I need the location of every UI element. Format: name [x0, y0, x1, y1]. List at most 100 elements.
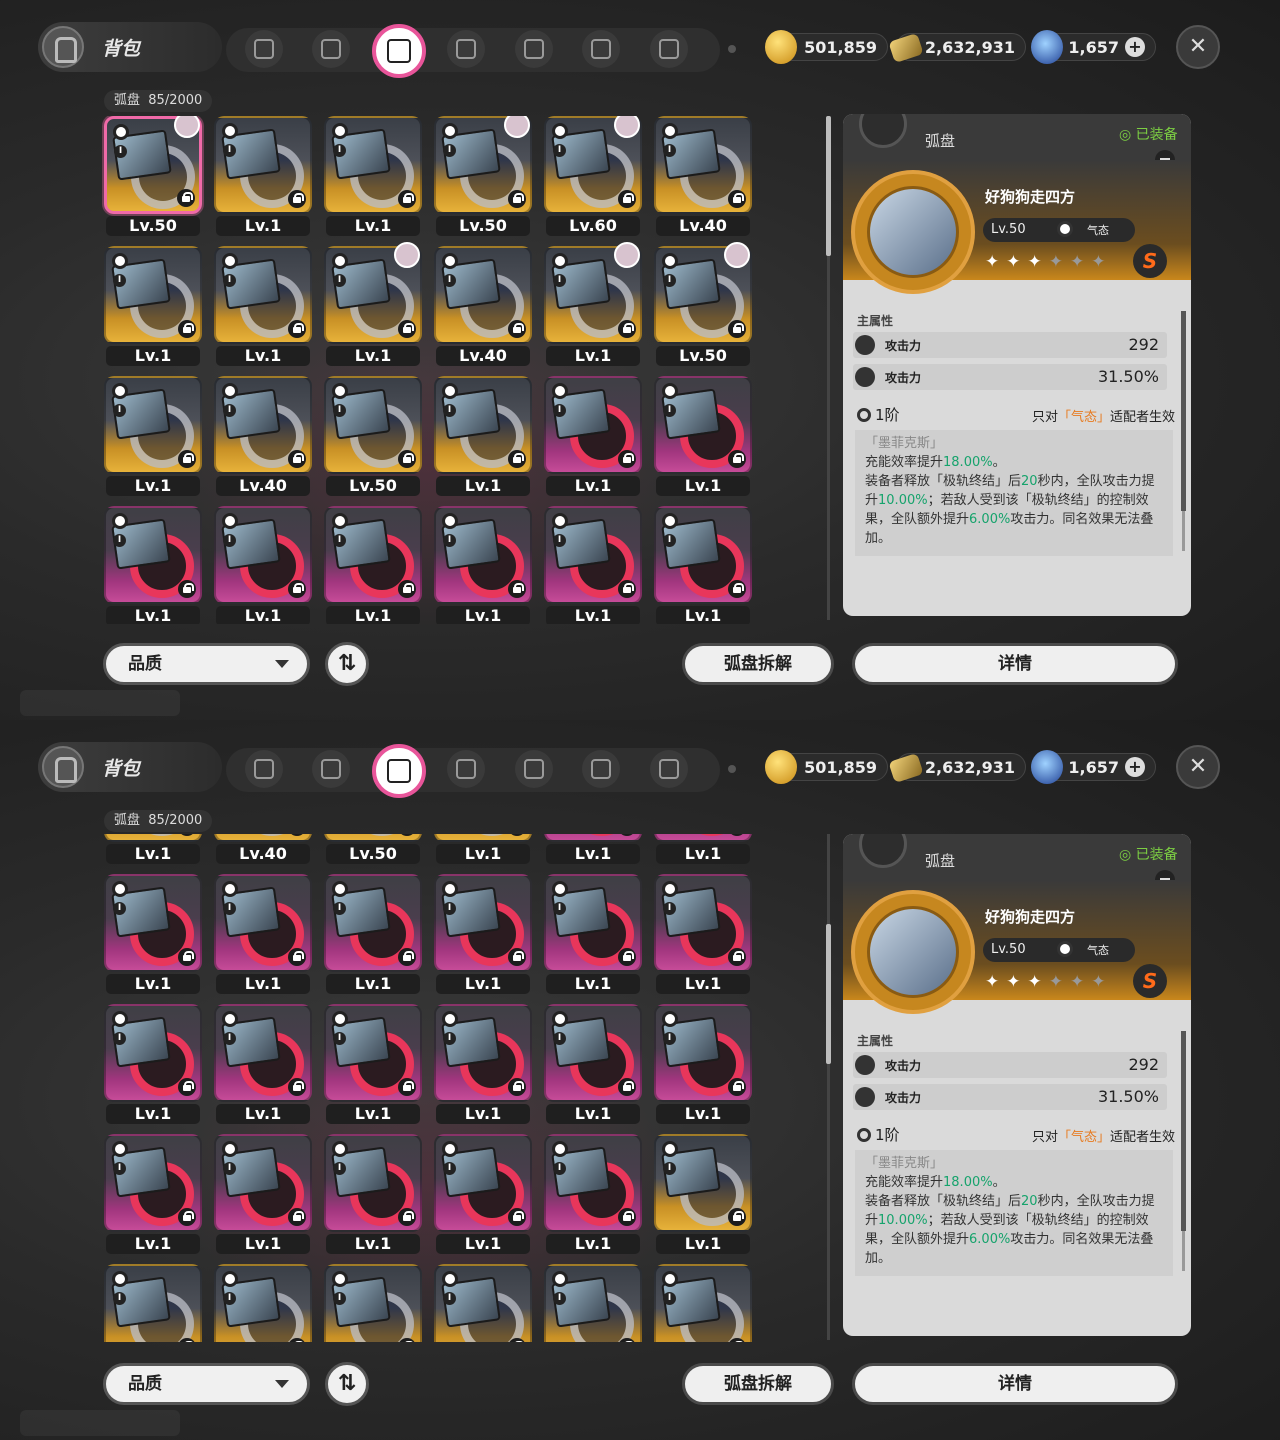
lock-icon[interactable] — [398, 190, 416, 208]
disc-card[interactable]: I Lv.1 — [544, 834, 642, 864]
disc-card[interactable]: I Lv.1 — [544, 874, 642, 994]
close-button[interactable]: ✕ — [1176, 745, 1220, 789]
disc-card[interactable]: I Lv.1 — [104, 1134, 202, 1254]
disc-card[interactable]: I Lv.1 — [434, 874, 532, 994]
disc-card[interactable]: I Lv.1 — [104, 1004, 202, 1124]
disc-card[interactable]: I Lv.1 — [654, 506, 752, 624]
disc-card[interactable]: I Lv.1 — [434, 376, 532, 496]
lock-icon[interactable] — [618, 580, 636, 598]
tab-agents[interactable] — [245, 750, 283, 788]
lock-icon[interactable] — [618, 948, 636, 966]
disc-card[interactable]: I Lv.1 — [544, 1134, 642, 1254]
lock-icon[interactable] — [178, 834, 196, 836]
lock-icon[interactable] — [618, 190, 636, 208]
quality-filter-dropdown[interactable]: 品质 — [103, 643, 310, 685]
lock-icon[interactable] — [398, 834, 416, 836]
lock-icon[interactable] — [177, 189, 195, 207]
sort-button[interactable]: ⇅ — [325, 1362, 369, 1406]
disc-card[interactable]: I Lv.50 — [104, 116, 202, 236]
lock-icon[interactable] — [178, 580, 196, 598]
tab-devices[interactable] — [312, 750, 350, 788]
lock-icon[interactable] — [508, 450, 526, 468]
lock-icon[interactable] — [618, 1208, 636, 1226]
disc-card[interactable]: I — [654, 1264, 752, 1342]
disc-card[interactable]: I Lv.1 — [434, 834, 532, 864]
disc-card[interactable]: I Lv.1 — [544, 506, 642, 624]
tab-food[interactable] — [515, 750, 553, 788]
disc-card[interactable]: I Lv.40 — [214, 834, 312, 864]
lock-icon[interactable] — [728, 450, 746, 468]
lock-icon[interactable] — [618, 450, 636, 468]
disc-card[interactable]: I Lv.1 — [324, 1004, 422, 1124]
tab-materials[interactable] — [447, 30, 485, 68]
tab-home[interactable] — [650, 750, 688, 788]
lock-icon[interactable] — [508, 834, 526, 836]
disc-card[interactable]: I Lv.1 — [104, 874, 202, 994]
disc-card[interactable]: I Lv.1 — [324, 242, 422, 366]
disc-card[interactable]: I Lv.1 — [214, 874, 312, 994]
disc-card[interactable]: I Lv.60 — [544, 116, 642, 236]
lock-icon[interactable] — [398, 580, 416, 598]
lock-icon[interactable] — [288, 834, 306, 836]
lock-icon[interactable] — [178, 1078, 196, 1096]
lock-icon[interactable] — [728, 834, 746, 836]
lock-icon[interactable] — [288, 1078, 306, 1096]
disc-card[interactable]: I — [544, 1264, 642, 1342]
lock-icon[interactable] — [398, 450, 416, 468]
dismantle-button[interactable]: 弧盘拆解 — [682, 1363, 834, 1405]
lock-icon[interactable] — [508, 1078, 526, 1096]
lock-icon[interactable] — [508, 190, 526, 208]
disc-card[interactable]: I Lv.1 — [654, 1134, 752, 1254]
lock-icon[interactable] — [618, 1078, 636, 1096]
tab-materials[interactable] — [447, 750, 485, 788]
lock-icon[interactable] — [728, 580, 746, 598]
tab-agents[interactable] — [245, 30, 283, 68]
tab-devices[interactable] — [312, 30, 350, 68]
disc-card[interactable]: I Lv.1 — [324, 874, 422, 994]
quality-filter-dropdown[interactable]: 品质 — [103, 1363, 310, 1405]
details-button[interactable]: 详情 — [852, 643, 1178, 685]
disc-card[interactable]: I Lv.1 — [434, 506, 532, 624]
disc-card[interactable]: I Lv.1 — [544, 242, 642, 366]
lock-icon[interactable] — [508, 580, 526, 598]
tab-home[interactable] — [650, 30, 688, 68]
disc-card[interactable]: I Lv.1 — [654, 874, 752, 994]
lock-icon[interactable] — [618, 834, 636, 836]
lock-icon[interactable] — [398, 320, 416, 338]
disc-card[interactable]: I Lv.50 — [434, 116, 532, 236]
disc-card[interactable]: I Lv.1 — [654, 1004, 752, 1124]
disc-card[interactable]: I — [434, 1264, 532, 1342]
lock-icon[interactable] — [288, 190, 306, 208]
lock-icon[interactable] — [618, 320, 636, 338]
add-gems-button[interactable]: + — [1125, 37, 1145, 57]
disc-card[interactable]: I Lv.1 — [214, 1004, 312, 1124]
tab-discs[interactable] — [372, 744, 426, 798]
disc-card[interactable]: I Lv.1 — [104, 506, 202, 624]
disc-card[interactable]: I Lv.1 — [544, 376, 642, 496]
tab-discs[interactable] — [372, 24, 426, 78]
tab-bangboo[interactable] — [582, 750, 620, 788]
lock-icon[interactable] — [288, 320, 306, 338]
lock-icon[interactable] — [178, 320, 196, 338]
disc-card[interactable]: I Lv.1 — [324, 506, 422, 624]
disc-card[interactable]: I Lv.1 — [214, 506, 312, 624]
disc-card[interactable]: I Lv.1 — [324, 1134, 422, 1254]
lock-icon[interactable] — [178, 450, 196, 468]
tab-bangboo[interactable] — [582, 30, 620, 68]
disc-card[interactable]: I Lv.1 — [654, 376, 752, 496]
disc-card[interactable]: I Lv.40 — [434, 246, 532, 366]
disc-card[interactable]: I — [214, 1264, 312, 1342]
lock-icon[interactable] — [728, 1078, 746, 1096]
details-button[interactable]: 详情 — [852, 1363, 1178, 1405]
disc-card[interactable]: I Lv.1 — [324, 116, 422, 236]
disc-card[interactable]: I Lv.1 — [434, 1004, 532, 1124]
add-gems-button[interactable]: + — [1125, 757, 1145, 777]
disc-card[interactable]: I Lv.40 — [654, 116, 752, 236]
lock-icon[interactable] — [728, 320, 746, 338]
detail-scrollbar[interactable] — [1181, 1031, 1186, 1271]
disc-card[interactable]: I Lv.1 — [434, 1134, 532, 1254]
tab-food[interactable] — [515, 30, 553, 68]
disc-card[interactable]: I Lv.1 — [214, 246, 312, 366]
lock-icon[interactable] — [398, 1078, 416, 1096]
disc-card[interactable]: I Lv.50 — [654, 242, 752, 366]
